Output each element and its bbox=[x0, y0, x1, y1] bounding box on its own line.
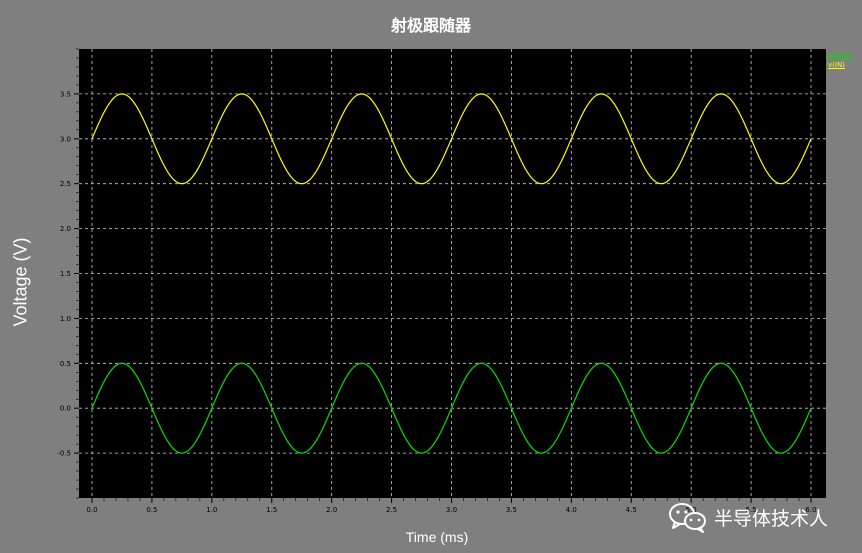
watermark: 半导体技术人 bbox=[668, 500, 828, 534]
x-tick-label: 2.5 bbox=[386, 506, 397, 514]
watermark-text: 半导体技术人 bbox=[714, 507, 829, 530]
y-tick-label: 0.5 bbox=[60, 360, 71, 368]
y-tick-label: 1.0 bbox=[60, 315, 71, 323]
x-tick-label: 4.5 bbox=[626, 506, 637, 514]
x-tick-label: 3.0 bbox=[446, 506, 457, 514]
x-tick-label: 1.5 bbox=[266, 506, 277, 514]
legend[interactable]: v(OUT) v(IN) bbox=[828, 52, 853, 70]
legend-entry-vin[interactable]: v(IN) bbox=[828, 61, 853, 70]
legend-entry-vout[interactable]: v(OUT) bbox=[828, 52, 853, 61]
y-tick-label: -0.5 bbox=[57, 450, 71, 458]
x-tick-label: 4.0 bbox=[566, 506, 577, 514]
x-tick-label: 3.5 bbox=[506, 506, 517, 514]
x-tick-label: 1.0 bbox=[206, 506, 217, 514]
x-tick-label: 0.5 bbox=[146, 506, 157, 514]
y-tick-label: 2.0 bbox=[60, 225, 71, 233]
y-tick-label: 1.5 bbox=[60, 270, 71, 278]
x-tick-label: 0.0 bbox=[86, 506, 97, 514]
plot-area: 0.0 0.5 1.0 1.5 2.0 2.5 3.0 3.5 4.0 4.5 5.0 5.5 6.0-… bbox=[57, 48, 826, 514]
x-tick-label: 2.0 bbox=[326, 506, 337, 514]
y-tick-label: 2.5 bbox=[60, 180, 71, 188]
y-tick-label: 0.0 bbox=[60, 405, 71, 413]
y-tick-label: 3.5 bbox=[60, 90, 71, 98]
wechat-icon bbox=[669, 503, 706, 533]
y-tick-label: 3.0 bbox=[60, 135, 71, 143]
